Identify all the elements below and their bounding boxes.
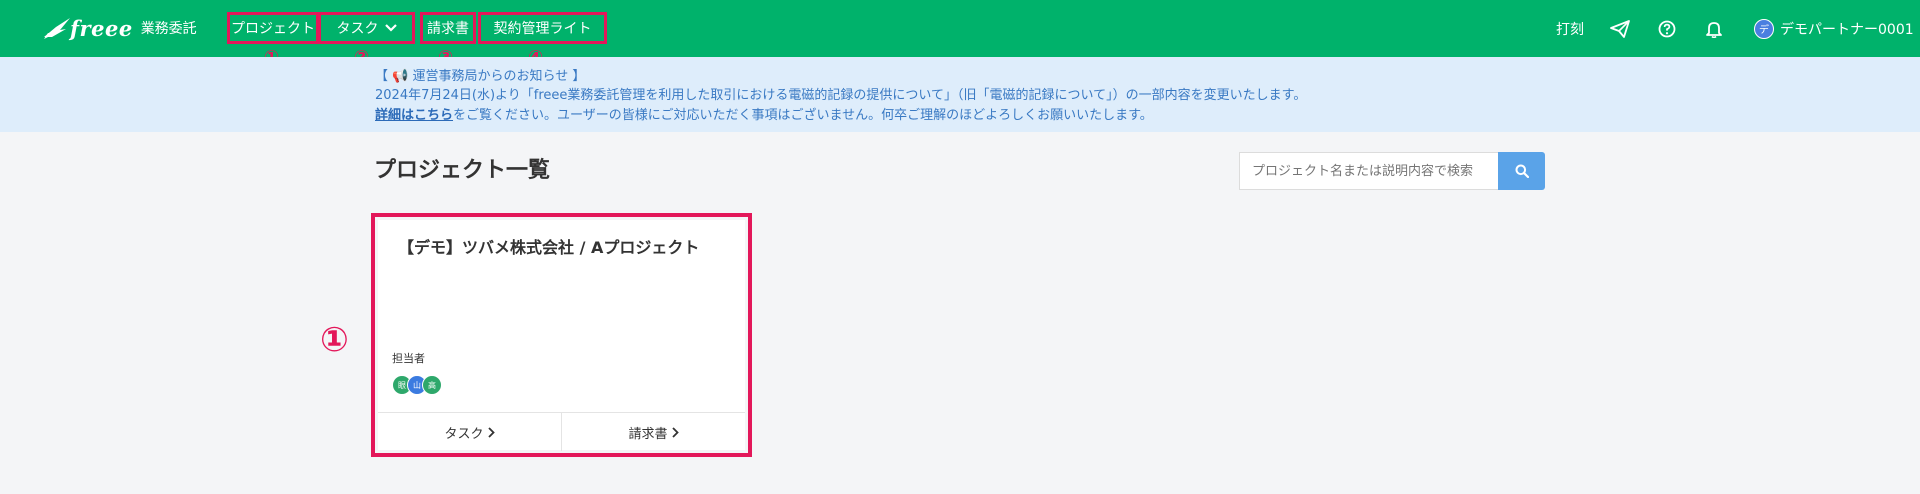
search-button[interactable]: [1498, 152, 1545, 190]
nav-invoices-label: 請求書: [427, 21, 469, 37]
notice-details-link[interactable]: 詳細はこちら: [375, 108, 453, 123]
freee-logo[interactable]: freee 業務委託: [42, 15, 197, 41]
notice-title: 【 📢 運営事務局からのお知らせ 】: [375, 69, 586, 84]
send-button[interactable]: [1610, 0, 1630, 57]
user-name: デモパートナー0001: [1780, 21, 1914, 38]
notifications-button[interactable]: [1706, 0, 1722, 57]
user-menu[interactable]: デ デモパートナー0001: [1754, 0, 1914, 57]
notice-banner: 【 📢 運営事務局からのお知らせ 】 2024年7月24日(水)より「freee…: [0, 57, 1920, 132]
nav-tasks-label: タスク: [336, 21, 379, 37]
bell-icon: [1706, 21, 1722, 38]
punch-clock-label: 打刻: [1556, 21, 1584, 38]
nav-contract-lite[interactable]: 契約管理ライト: [478, 12, 607, 44]
project-card-footer: タスク 請求書: [378, 412, 745, 451]
freee-bird-icon: [44, 18, 70, 39]
project-card[interactable]: 【デモ】ツバメ株式会社 / Aプロジェクト 担当者 眼 山 高 タスク 請求書: [378, 220, 745, 451]
card-tasks-button[interactable]: タスク: [378, 413, 561, 451]
assignee-label: 担当者: [392, 352, 425, 365]
assignee-avatars: 眼 山 高: [392, 375, 442, 395]
search-icon: [1515, 164, 1529, 178]
help-button[interactable]: [1658, 0, 1676, 57]
card-tasks-label: タスク: [444, 426, 484, 442]
help-icon: [1658, 20, 1676, 37]
notice-line-2-text: をご覧ください。ユーザーの皆様にご対応いただく事項はございません。何卒ご理解のほ…: [453, 108, 1153, 123]
notice-line-1: 2024年7月24日(水)より「freee業務委託管理を利用した取引における電磁…: [375, 88, 1307, 103]
chevron-right-icon: [487, 426, 495, 438]
assignee-avatar: 高: [422, 375, 442, 395]
nav-contract-lite-label: 契約管理ライト: [493, 21, 592, 37]
project-search-input[interactable]: [1239, 152, 1499, 190]
logo-text: freee: [70, 15, 133, 41]
notice-line-2: 詳細はこちらをご覧ください。ユーザーの皆様にご対応いただく事項はございません。何…: [375, 104, 1153, 123]
project-card-title[interactable]: 【デモ】ツバメ株式会社 / Aプロジェクト: [398, 234, 699, 258]
chevron-right-icon: [671, 426, 679, 438]
nav-tasks[interactable]: タスク: [318, 12, 415, 44]
page-title: プロジェクト一覧: [374, 158, 551, 183]
top-navbar: freee 業務委託 プロジェクト タスク 請求書 契約管理ライト 打刻 デ デ…: [0, 0, 1920, 57]
paper-plane-icon: [1610, 19, 1630, 38]
nav-projects[interactable]: プロジェクト: [227, 12, 319, 44]
chevron-down-icon: [384, 24, 397, 32]
card-marker-1: ①: [320, 320, 349, 360]
logo-subtitle: 業務委託: [140, 21, 197, 37]
card-invoices-button[interactable]: 請求書: [561, 413, 745, 451]
nav-invoices[interactable]: 請求書: [420, 12, 476, 44]
punch-clock-button[interactable]: 打刻: [1556, 0, 1584, 57]
user-avatar: デ: [1754, 18, 1774, 39]
card-invoices-label: 請求書: [628, 426, 668, 442]
nav-projects-label: プロジェクト: [231, 21, 315, 37]
